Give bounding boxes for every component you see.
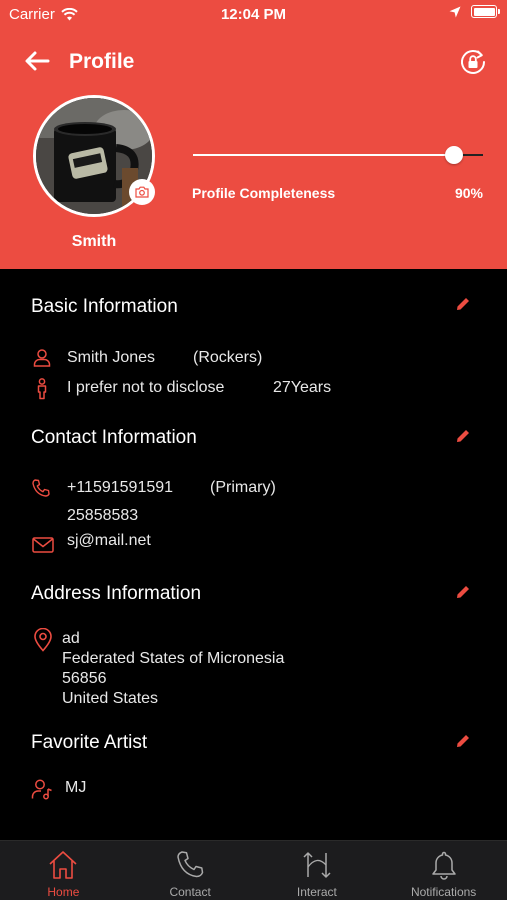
status-bar: Carrier 12:04 PM	[0, 0, 507, 28]
profile-header: Carrier 12:04 PM Profile Smith Profile C…	[0, 0, 507, 269]
status-right	[449, 5, 500, 18]
age-value: 27Years	[273, 379, 332, 396]
favorite-artist-name: MJ	[65, 779, 87, 796]
address-line-1: ad	[62, 630, 80, 647]
tab-bar: Home Contact Interact Notifications	[0, 840, 507, 900]
tab-notifications-label: Notifications	[410, 885, 477, 899]
tab-contact[interactable]: Contact	[127, 841, 254, 900]
email-icon	[32, 537, 54, 553]
address-line-3: 56856	[62, 670, 107, 687]
completeness-value: 90%	[454, 185, 483, 201]
tab-home-label: Home	[47, 885, 80, 899]
slider-fill	[193, 154, 454, 156]
address-info-title: Address Information	[31, 583, 202, 604]
email-value: sj@mail.net	[67, 532, 151, 549]
home-icon	[49, 851, 77, 879]
contact-info-title: Contact Information	[31, 427, 197, 448]
profile-completeness-slider[interactable]	[193, 145, 483, 165]
camera-icon	[135, 186, 149, 198]
gender-value: I prefer not to disclose	[67, 379, 225, 396]
artist-music-icon	[31, 779, 52, 800]
tab-notifications[interactable]: Notifications	[380, 841, 507, 900]
location-arrow-icon	[449, 6, 461, 17]
tab-home[interactable]: Home	[0, 841, 127, 900]
phone-icon	[32, 479, 50, 497]
location-pin-icon	[34, 628, 52, 652]
edit-contact-icon[interactable]	[455, 428, 471, 444]
phone-icon	[177, 851, 204, 878]
camera-button[interactable]	[129, 179, 155, 205]
battery-icon	[471, 5, 500, 18]
tab-interact[interactable]: Interact	[254, 841, 381, 900]
tab-contact-label: Contact	[169, 885, 211, 899]
user-name: Smith	[71, 233, 117, 250]
basic-info-title: Basic Information	[31, 296, 178, 317]
phone-primary-tag: (Primary)	[210, 479, 276, 496]
edit-artist-icon[interactable]	[455, 733, 471, 749]
lock-refresh-icon[interactable]	[459, 48, 487, 76]
tab-interact-label: Interact	[296, 885, 337, 899]
edit-address-icon[interactable]	[455, 584, 471, 600]
edit-basic-icon[interactable]	[455, 296, 471, 312]
slider-knob[interactable]	[445, 146, 463, 164]
person-icon	[33, 349, 51, 367]
status-time: 12:04 PM	[220, 6, 287, 23]
bell-icon	[431, 851, 456, 880]
address-line-4: United States	[62, 690, 159, 707]
favorite-artist-title: Favorite Artist	[31, 732, 148, 753]
group-name: (Rockers)	[193, 349, 263, 366]
interact-arrows-icon	[303, 852, 331, 878]
phone-primary: +11591591591	[67, 479, 174, 496]
gender-person-icon	[37, 378, 47, 400]
page-title: Profile	[69, 50, 135, 73]
completeness-label: Profile Completeness	[192, 185, 336, 201]
back-arrow-icon[interactable]	[24, 50, 50, 72]
phone-secondary: 25858583	[67, 507, 139, 524]
full-name: Smith Jones	[67, 349, 156, 366]
address-line-2: Federated States of Micronesia	[62, 650, 285, 667]
